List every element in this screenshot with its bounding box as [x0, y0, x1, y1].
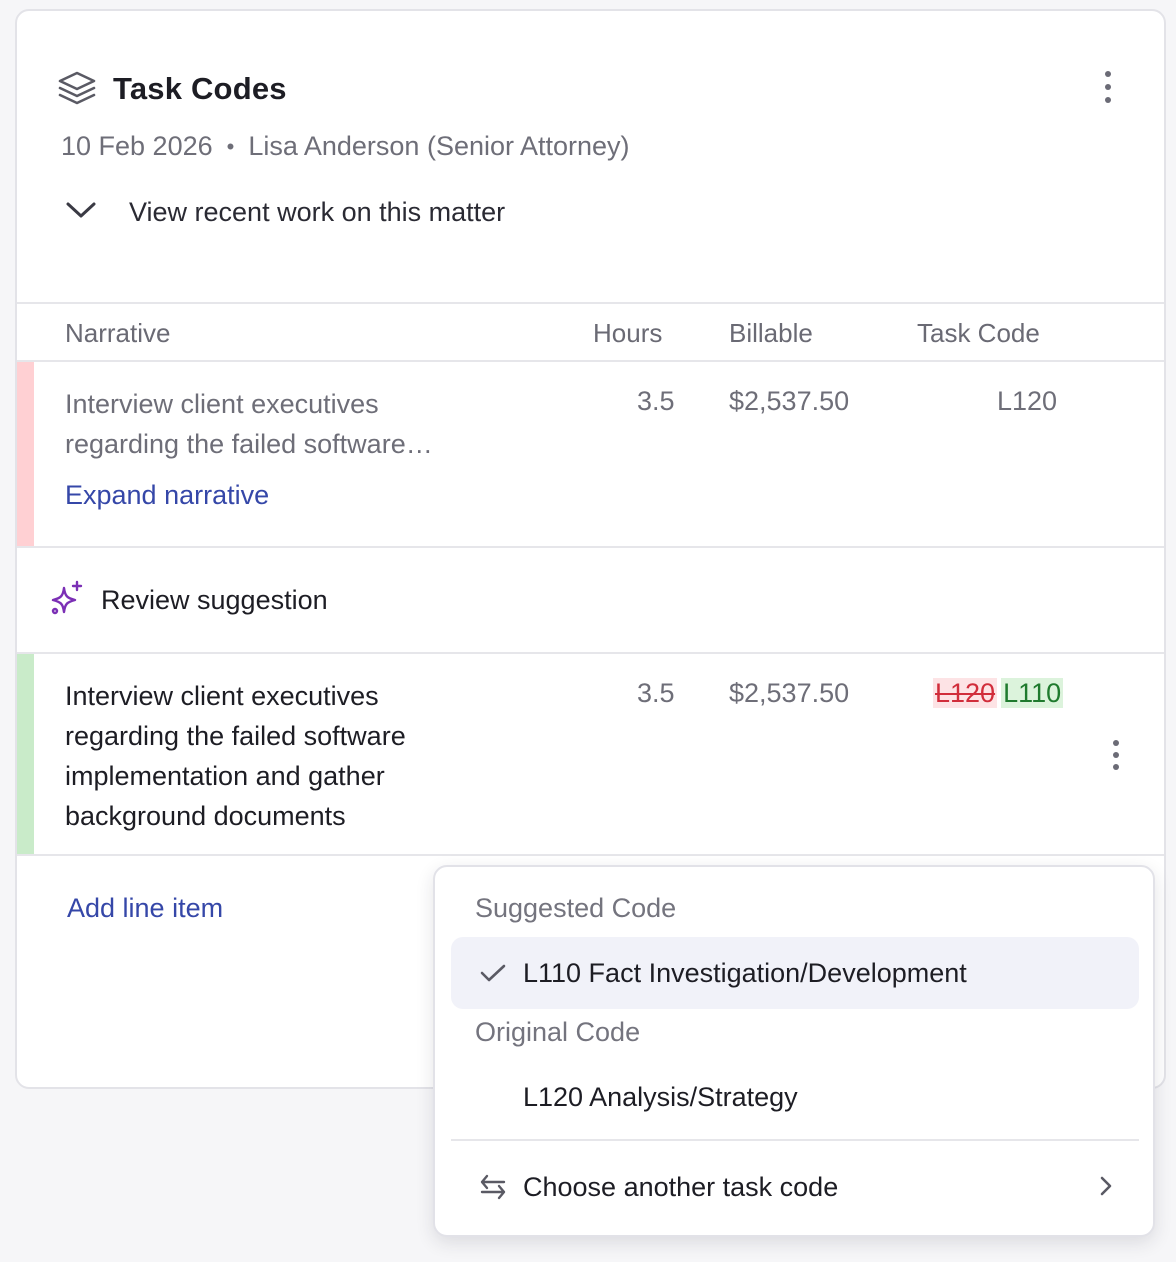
task-code-cell: L120	[997, 386, 1058, 416]
original-code-heading: Original Code	[475, 1017, 641, 1047]
row-more-options-icon[interactable]	[1106, 738, 1126, 772]
review-suggestion[interactable]: Review suggestion	[49, 580, 328, 621]
new-task-code: L110	[1001, 678, 1064, 708]
billable-cell: $2,537.50	[729, 386, 850, 416]
menu-item-suggested-code[interactable]: L110 Fact Investigation/Development	[451, 937, 1139, 1009]
suggested-code-heading: Suggested Code	[475, 893, 677, 923]
header-hours: Hours	[593, 318, 663, 348]
line-items-table: Narrative Hours Billable Task Code Inter…	[17, 302, 1164, 856]
review-suggestion-label: Review suggestion	[101, 585, 328, 615]
choose-another-task-code[interactable]: Choose another task code	[451, 1151, 1139, 1223]
menu-item-original-code[interactable]: L120 Analysis/Strategy	[451, 1061, 1139, 1133]
narrative-text: Interview client executives regarding th…	[65, 389, 433, 459]
check-icon	[473, 963, 513, 983]
original-code-label: L120 Analysis/Strategy	[523, 1081, 798, 1112]
task-code-change: L120 L110	[933, 678, 1064, 709]
meta-separator: •	[226, 133, 235, 159]
layers-icon	[57, 69, 97, 109]
table-header: Narrative Hours Billable Task Code	[17, 302, 1164, 362]
header-task-code: Task Code	[917, 318, 1040, 348]
old-task-code: L120	[933, 678, 998, 708]
recent-work-label: View recent work on this matter	[129, 197, 506, 227]
suggested-code-label: L110 Fact Investigation/Development	[523, 957, 967, 988]
expand-narrative-link[interactable]: Expand narrative	[65, 480, 269, 511]
timekeeper-name: Lisa Anderson (Senior Attorney)	[248, 131, 630, 161]
billable-cell: $2,537.50	[729, 678, 850, 708]
narrative-text-full: Interview client executives regarding th…	[65, 681, 406, 831]
page-title: Task Codes	[113, 71, 287, 106]
meta-row: 10 Feb 2026 • Lisa Anderson (Senior Atto…	[61, 131, 630, 162]
recent-work-toggle[interactable]: View recent work on this matter	[65, 197, 505, 228]
review-suggestion-row[interactable]: Review suggestion	[17, 548, 1164, 654]
menu-divider	[451, 1139, 1139, 1141]
task-code-menu: Suggested Code L110 Fact Investigation/D…	[433, 865, 1155, 1237]
hours-cell: 3.5	[637, 386, 675, 416]
choose-another-label: Choose another task code	[523, 1171, 839, 1202]
chevron-right-icon	[1099, 1175, 1113, 1202]
sparkle-icon	[49, 580, 85, 621]
chevron-down-icon	[65, 200, 97, 225]
row-accent-added	[17, 654, 34, 854]
entry-date: 10 Feb 2026	[61, 131, 213, 161]
hours-cell: 3.5	[637, 678, 675, 708]
more-options-icon[interactable]	[1096, 69, 1120, 105]
swap-arrows-icon	[473, 1173, 513, 1201]
header-billable: Billable	[729, 318, 813, 348]
table-row-original: Interview client executives regarding th…	[17, 362, 1164, 548]
card-header: Task Codes 10 Feb 2026 • Lisa Anderson (…	[17, 11, 1164, 304]
add-line-item-link[interactable]: Add line item	[67, 893, 223, 924]
row-accent-removed	[17, 362, 34, 546]
title-row: Task Codes	[57, 69, 287, 109]
table-row-suggested: Interview client executives regarding th…	[17, 654, 1164, 856]
header-narrative: Narrative	[65, 318, 171, 348]
